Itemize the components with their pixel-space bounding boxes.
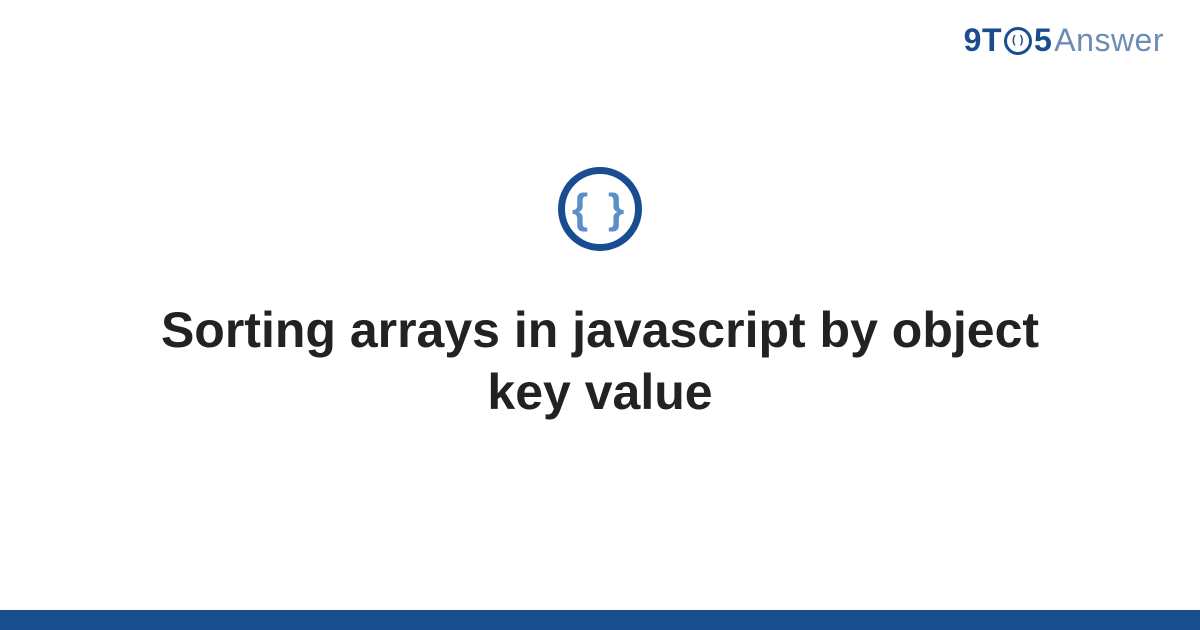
page-title: Sorting arrays in javascript by object k…: [120, 299, 1080, 424]
braces-icon: { }: [572, 188, 628, 230]
footer-accent-bar: [0, 610, 1200, 630]
topic-badge: { }: [558, 167, 642, 251]
main-content: { } Sorting arrays in javascript by obje…: [0, 0, 1200, 610]
